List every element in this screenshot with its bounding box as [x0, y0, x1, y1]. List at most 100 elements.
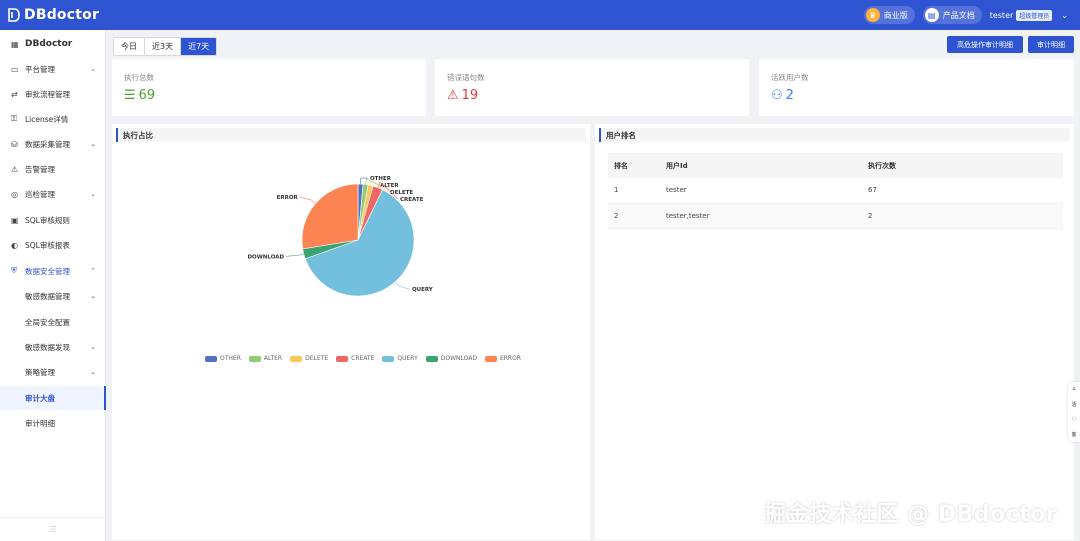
user-name: tester [989, 10, 1014, 20]
sidebar-item-label: 审批流程管理 [25, 89, 70, 99]
chevron-down-icon: ⌄ [1061, 10, 1068, 20]
stat-value: 69 [138, 88, 156, 103]
sidebar-item-label: SQL审核规则 [25, 215, 70, 225]
legend-item-create[interactable]: CREATE [336, 355, 374, 362]
user-rank-table: 排名 用户Id 执行次数 1 tester 67 2 tester,tester… [608, 153, 1063, 229]
legend-label: OTHER [220, 355, 241, 362]
column-header: 排名 [608, 153, 660, 178]
sidebar-subitem-sensitive-data[interactable]: 敏感数据管理 ⌄ [0, 284, 106, 308]
user-rank-title: 用户排名 [599, 128, 1070, 142]
pie-label: OTHER [370, 176, 392, 182]
legend-label: ALTER [263, 355, 283, 362]
sidebar-subitem-audit-detail[interactable]: 审计明细 [0, 411, 106, 435]
pie-label-line [286, 253, 304, 257]
legend-swatch [290, 355, 303, 362]
sidebar-collapse-button[interactable]: ☰ [0, 517, 106, 541]
sidebar-subitem-audit-dashboard[interactable]: 审计大盘 [0, 386, 106, 410]
legend-item-error[interactable]: ERROR [484, 355, 521, 362]
stat-value: 2 [785, 88, 794, 103]
pie-label: DOWNLOAD [247, 254, 284, 260]
legend-swatch [336, 355, 349, 362]
floating-help-tab[interactable]: ⌂ 活 ◌ 客 [1068, 382, 1080, 442]
flow-icon: ⇄ [11, 89, 18, 99]
chevron-down-icon: ⌄ [90, 368, 96, 376]
sidebar-item-label: SQL审核报表 [25, 240, 70, 250]
legend-item-delete[interactable]: DELETE [290, 355, 328, 362]
legend-item-other[interactable]: OTHER [205, 355, 241, 362]
legend-label: ERROR [499, 355, 521, 362]
pie-legend: OTHER ALTER DELETE CREATE QUERY DOWNLOAD ERROR [205, 355, 521, 362]
warning-icon: ⚠ [447, 88, 459, 103]
top-bar: DBdoctor ♛ 商业版 ▤ 产品文档 tester 超级管理员 ⌄ [0, 0, 1080, 30]
monitor-icon: ▭ [11, 64, 19, 74]
watermark: 掘金技术社区 @ DBdoctor [764, 502, 1058, 527]
main-content: 今日 近3天 近7天 高危操作审计明细 审计明细 执行总数 ☰ 69 错误语句数… [106, 30, 1080, 541]
list-icon: ☰ [124, 88, 136, 103]
sidebar-subitem-policy[interactable]: 策略管理 ⌄ [0, 360, 106, 384]
pie-label: QUERY [412, 287, 434, 293]
high-risk-audit-button[interactable]: 高危操作审计明细 [947, 36, 1023, 53]
sidebar-item-sql-report[interactable]: ◐ SQL审核报表 [0, 233, 106, 257]
sidebar-subitem-label: 审计大盘 [25, 393, 55, 403]
sidebar-item-collection[interactable]: ⛁ 数据采集管理 ⌄ [0, 132, 106, 156]
sidebar-item-alarm[interactable]: ⚠ 告警管理 [0, 157, 106, 181]
sidebar-item-inspection[interactable]: ◎ 巡检管理 ⌄ [0, 182, 106, 206]
table-cell: tester,tester [660, 203, 862, 229]
range-today[interactable]: 今日 [114, 38, 145, 55]
table-row[interactable]: 1 tester 67 [608, 178, 1063, 204]
chevron-down-icon: ⌄ [90, 190, 96, 198]
sidebar-item-label: 数据采集管理 [25, 139, 70, 149]
pie-label: ERROR [277, 195, 299, 201]
app-name: DBdoctor [24, 7, 100, 23]
legend-swatch [425, 355, 438, 362]
sidebar-subitem-global-security[interactable]: 全局安全配置 [0, 310, 106, 334]
service-icon: ◌ [1071, 416, 1077, 423]
dbdoctor-logo-icon [8, 8, 20, 22]
edition-button[interactable]: ♛ 商业版 [863, 6, 915, 24]
stat-value-row: ☰ 69 [124, 88, 155, 103]
table-cell: 2 [608, 203, 660, 229]
table-cell: tester [660, 178, 862, 204]
lock-icon: ⚿ [11, 114, 18, 123]
legend-item-alter[interactable]: ALTER [248, 355, 283, 362]
sidebar-item-license[interactable]: ⚿ License详情 [0, 107, 106, 131]
report-icon: ◐ [11, 240, 18, 250]
stat-label: 错误语句数 [447, 73, 485, 82]
database-icon: ⛁ [11, 139, 18, 149]
table-cell: 2 [862, 203, 1063, 229]
chevron-up-icon: ⌃ [90, 267, 96, 275]
legend-label: QUERY [397, 355, 418, 362]
user-role-badge: 超级管理员 [1016, 9, 1053, 21]
table-header-row: 排名 用户Id 执行次数 [608, 153, 1063, 178]
range-3-days[interactable]: 近3天 [145, 38, 182, 55]
sidebar-item-label: License详情 [25, 114, 69, 124]
chevron-down-icon: ⌄ [90, 140, 96, 148]
legend-swatch [484, 355, 497, 362]
legend-item-query[interactable]: QUERY [382, 355, 418, 362]
audit-detail-button[interactable]: 审计明细 [1028, 36, 1074, 53]
menu-fold-icon: ☰ [49, 525, 57, 534]
pie-label-line [299, 196, 316, 204]
sidebar-subitem-sensitive-discovery[interactable]: 敏感数据发现 ⌄ [0, 335, 106, 359]
sidebar-item-platform[interactable]: ▭ 平台管理 ⌄ [0, 57, 106, 81]
user-menu[interactable]: tester 超级管理员 ⌄ [989, 9, 1068, 21]
legend-item-download[interactable]: DOWNLOAD [425, 355, 477, 362]
user-rank-panel: 用户排名 排名 用户Id 执行次数 1 tester 67 2 tester,t… [595, 124, 1074, 540]
stat-card-active-users: 活跃用户数 ⚇ 2 [759, 59, 1074, 116]
stat-value-row: ⚠ 19 [447, 88, 478, 103]
stat-card-total: 执行总数 ☰ 69 [112, 59, 426, 116]
activity-icon: ⌂ [1072, 386, 1076, 393]
float-tab-label: 客 [1071, 431, 1077, 438]
docs-button[interactable]: ▤ 产品文档 [922, 6, 982, 24]
app-logo[interactable]: DBdoctor [8, 7, 99, 23]
range-7-days[interactable]: 近7天 [181, 38, 217, 55]
sidebar-title[interactable]: ▦ DBdoctor [0, 32, 106, 56]
sidebar-item-sql-rules[interactable]: ▣ SQL审核规则 [0, 208, 106, 232]
legend-label: DELETE [305, 355, 329, 362]
table-row[interactable]: 2 tester,tester 2 [608, 203, 1063, 229]
pie-slice-error[interactable] [301, 183, 359, 250]
sidebar-subitem-label: 敏感数据管理 [25, 291, 70, 301]
sidebar-item-data-security[interactable]: ⛨ 数据安全管理 ⌃ [0, 259, 106, 283]
alarm-icon: ⚠ [11, 164, 19, 174]
sidebar-item-approval[interactable]: ⇄ 审批流程管理 [0, 82, 106, 106]
